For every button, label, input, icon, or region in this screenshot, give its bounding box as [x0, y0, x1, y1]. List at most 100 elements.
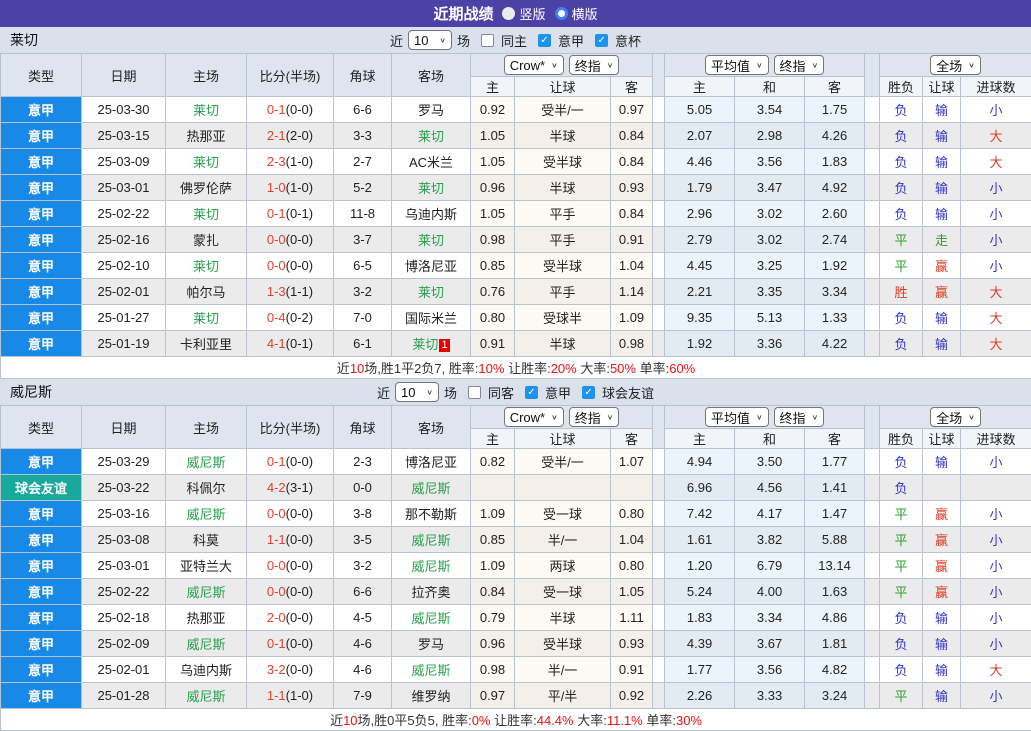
radio-unselected-icon[interactable] — [555, 7, 568, 20]
halftime-score: (0-2) — [286, 310, 313, 325]
corners-cell: 7-9 — [334, 683, 392, 709]
avg-draw-odds: 6.79 — [735, 553, 805, 579]
radio-vertical-layout[interactable]: 竖版 — [502, 4, 545, 23]
results-table-venezia: 类型 日期 主场 比分(半场) 角球 客场 Crow*∨ 终指∨ 平均值∨ 终指… — [0, 405, 1031, 731]
home-team-cell: 莱切 — [166, 97, 247, 123]
corners-cell: 6-6 — [334, 97, 392, 123]
corners-cell: 3-3 — [334, 123, 392, 149]
radio-horizontal-layout[interactable]: 横版 — [555, 4, 598, 23]
avg-draw-odds: 3.02 — [735, 227, 805, 253]
separator — [653, 501, 665, 527]
corners-cell: 3-2 — [334, 553, 392, 579]
final-index-select[interactable]: 终指∨ — [569, 407, 620, 427]
club-friendly-checkbox[interactable]: ✓ — [582, 386, 595, 399]
goals-result-cell: 大 — [961, 123, 1031, 149]
away-team-cell: 莱切 — [392, 123, 471, 149]
handicap-result-cell: 输 — [923, 97, 961, 123]
avg-home-odds: 2.21 — [665, 279, 735, 305]
result-cell: 负 — [880, 449, 923, 475]
handicap-result-cell: 赢 — [923, 527, 961, 553]
scope-select[interactable]: 全场∨ — [930, 407, 981, 427]
avg-draw-odds: 4.17 — [735, 501, 805, 527]
fulltime-score: 0-1 — [267, 454, 286, 469]
separator — [653, 683, 665, 709]
goals-result-cell: 小 — [961, 227, 1031, 253]
separator — [653, 149, 665, 175]
corners-cell: 0-0 — [334, 475, 392, 501]
fulltime-score: 2-3 — [267, 154, 286, 169]
average-select[interactable]: 平均值∨ — [705, 55, 769, 75]
avg-draw-odds: 3.35 — [735, 279, 805, 305]
scope-select[interactable]: 全场∨ — [930, 55, 981, 75]
serie-a-checkbox[interactable]: ✓ — [525, 386, 538, 399]
avg-home-odds: 1.61 — [665, 527, 735, 553]
score-cell: 1-3(1-1) — [247, 279, 334, 305]
avg-away-odds: 5.88 — [805, 527, 865, 553]
match-count-select[interactable]: 10 ∨ — [395, 382, 439, 402]
halftime-score: (0-0) — [286, 662, 313, 677]
avg-away-odds: 1.81 — [805, 631, 865, 657]
bookmaker-select[interactable]: Crow*∨ — [504, 407, 564, 427]
league-type-cell: 意甲 — [1, 253, 82, 279]
crow-home-odds: 0.82 — [471, 449, 515, 475]
result-cell: 平 — [880, 253, 923, 279]
radio-selected-icon[interactable] — [502, 7, 515, 20]
average-select-value: 平均值 — [711, 56, 750, 75]
summary-text: 单率: — [643, 713, 676, 728]
table-row: 意甲25-02-01帕尔马1-3(1-1)3-2莱切0.76平手1.142.21… — [1, 279, 1031, 305]
final-index-select2[interactable]: 终指∨ — [774, 407, 825, 427]
result-cell: 负 — [880, 475, 923, 501]
matches-label: 场 — [444, 383, 457, 402]
average-select[interactable]: 平均值∨ — [705, 407, 769, 427]
bookmaker-select[interactable]: Crow*∨ — [504, 55, 564, 75]
halftime-score: (0-0) — [286, 610, 313, 625]
goals-result-cell: 小 — [961, 553, 1031, 579]
sub-handicap: 让球 — [923, 77, 961, 97]
same-away-checkbox[interactable] — [468, 386, 481, 399]
match-count-select[interactable]: 10 ∨ — [408, 30, 452, 50]
same-home-checkbox[interactable] — [481, 34, 494, 47]
home-team-cell: 莱切 — [166, 201, 247, 227]
goals-result-cell: 小 — [961, 579, 1031, 605]
league-type-cell: 意甲 — [1, 683, 82, 709]
summary-text: 场,胜1平2负7, 胜率: — [364, 361, 478, 376]
crow-home-odds: 1.05 — [471, 123, 515, 149]
fulltime-score: 4-2 — [267, 480, 286, 495]
goals-result-cell: 小 — [961, 253, 1031, 279]
italy-cup-checkbox[interactable]: ✓ — [595, 34, 608, 47]
away-team-cell: 威尼斯 — [392, 605, 471, 631]
crow-handicap-line: 半/一 — [515, 657, 611, 683]
result-cell: 负 — [880, 605, 923, 631]
away-team-cell: 莱切 — [392, 175, 471, 201]
league-type-cell: 意甲 — [1, 553, 82, 579]
avg-home-odds: 2.26 — [665, 683, 735, 709]
halftime-score: (0-0) — [286, 258, 313, 273]
radio-horizontal-label: 横版 — [572, 4, 598, 23]
chevron-down-icon: ∨ — [812, 413, 819, 422]
summary-stat-value: 20% — [551, 361, 577, 376]
separator — [653, 475, 665, 501]
away-team-cell: 博洛尼亚 — [392, 449, 471, 475]
table-row: 意甲25-03-08科莫1-1(0-0)3-5威尼斯0.85半/一1.041.6… — [1, 527, 1031, 553]
separator — [653, 279, 665, 305]
league-type-cell: 意甲 — [1, 279, 82, 305]
final-index-select2[interactable]: 终指∨ — [774, 55, 825, 75]
corners-cell: 6-5 — [334, 253, 392, 279]
date-cell: 25-01-28 — [82, 683, 166, 709]
separator — [653, 97, 665, 123]
bookmaker-select-value: Crow* — [510, 410, 545, 425]
fulltime-score: 0-0 — [267, 558, 286, 573]
avg-home-odds: 2.79 — [665, 227, 735, 253]
table-row: 意甲25-01-19卡利亚里4-1(0-1)6-1莱切10.91半球0.981.… — [1, 331, 1031, 357]
date-cell: 25-03-16 — [82, 501, 166, 527]
table-row: 意甲25-03-29威尼斯0-1(0-0)2-3博洛尼亚0.82受半/一1.07… — [1, 449, 1031, 475]
goals-result-cell: 大 — [961, 305, 1031, 331]
score-cell: 0-0(0-0) — [247, 553, 334, 579]
avg-away-odds: 4.92 — [805, 175, 865, 201]
final-index-select[interactable]: 终指∨ — [569, 55, 620, 75]
score-cell: 4-1(0-1) — [247, 331, 334, 357]
chevron-down-icon: ∨ — [551, 61, 558, 70]
separator — [865, 97, 880, 123]
league-type-cell: 意甲 — [1, 501, 82, 527]
serie-a-checkbox[interactable]: ✓ — [538, 34, 551, 47]
